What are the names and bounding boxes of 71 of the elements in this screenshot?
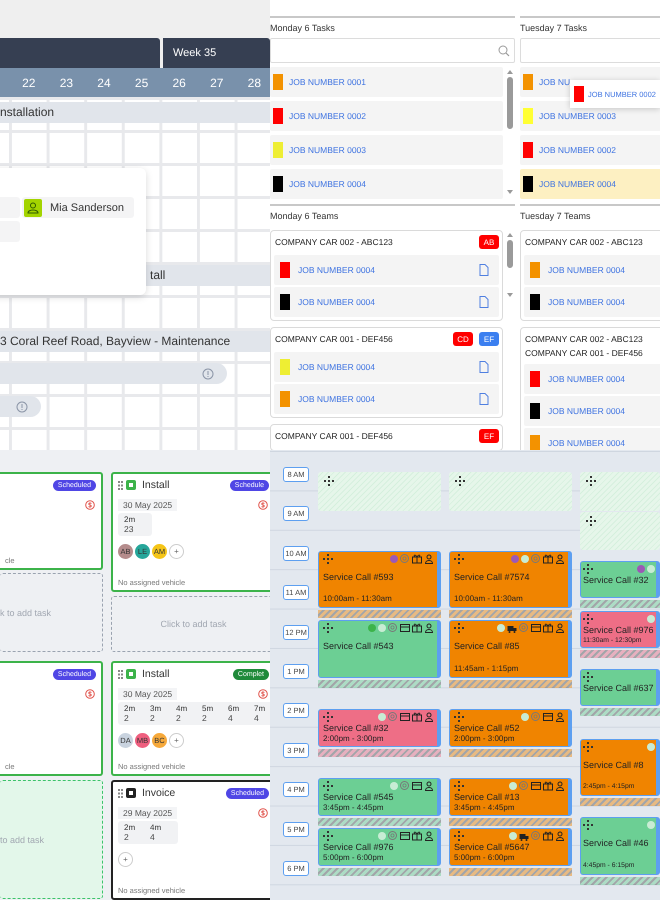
- assignee-name: Mia Sanderson: [50, 202, 124, 214]
- event-title: Service Call #976: [583, 625, 655, 636]
- team-badge: EF: [479, 429, 499, 443]
- event-title: Service Call #5647: [454, 842, 531, 853]
- event-title: Service Call #32: [323, 723, 390, 734]
- count-value: 2: [202, 713, 208, 723]
- event-title: Service Call #52: [454, 723, 521, 734]
- count-label: 6m: [228, 704, 240, 713]
- team-badge: EF: [479, 332, 499, 346]
- vehicle-name: COMPANY CAR 001 - DEF456: [524, 348, 644, 358]
- vehicle-name: COMPANY CAR 001 - DEF456: [274, 431, 394, 441]
- task-title: Install: [142, 479, 170, 491]
- column-title: Monday 6 Teams: [270, 204, 515, 226]
- count-value: 23: [124, 524, 134, 534]
- count-value: 2: [150, 713, 156, 723]
- event-time: 2:00pm - 3:00pm: [323, 734, 384, 744]
- event-time: 5:00pm - 6:00pm: [323, 853, 384, 863]
- day-label: 27: [209, 76, 224, 90]
- count-label: 7m: [254, 704, 266, 713]
- event-time: 10:00am - 11:30am: [323, 594, 393, 604]
- day-label: 25: [134, 76, 150, 90]
- event-title: Service Call #543: [323, 641, 395, 652]
- event-title: Service Call #85: [454, 641, 521, 652]
- event-title: Service Call #32: [583, 575, 650, 586]
- count-label: 2m: [124, 515, 136, 524]
- day-label: 24: [96, 76, 112, 90]
- count-value: 2: [176, 713, 182, 723]
- task-title: Install: [142, 668, 170, 680]
- week-header: Week 35: [163, 38, 270, 68]
- vehicle-name: COMPANY CAR 002 - ABC123: [274, 237, 394, 247]
- team-badge: CD: [453, 332, 473, 346]
- event-time: 10:00am - 11:30am: [454, 594, 524, 604]
- count-value: 2: [124, 832, 130, 842]
- event-title: Service Call #593: [323, 572, 395, 583]
- event-time: 2:00pm - 3:00pm: [454, 734, 516, 744]
- vehicle-name: COMPANY CAR 001 - DEF456: [274, 334, 394, 344]
- event-title: Service Call #976: [323, 842, 395, 853]
- count-value: 4: [228, 713, 234, 723]
- column-title: Tuesday 7 Teams: [520, 204, 660, 226]
- event-time: 3:45pm - 4:45pm: [323, 803, 384, 813]
- count-label: 4m: [150, 823, 162, 832]
- vehicle-name: COMPANY CAR 002 - ABC123: [524, 334, 644, 344]
- event-time: 5:00pm - 6:00pm: [454, 853, 516, 863]
- date-label: 30 May 2025: [118, 499, 178, 511]
- day-label: 22: [21, 76, 36, 90]
- day-label: 26: [171, 76, 187, 90]
- date-label: 29 May 2025: [118, 807, 178, 819]
- event-title: Service Call #8: [583, 760, 645, 771]
- count-label: 5m: [202, 704, 214, 713]
- vehicle-name: COMPANY CAR 002 - ABC123: [524, 237, 644, 247]
- event-title: Service Call #46: [583, 838, 650, 849]
- date-label: 30 May 2025: [118, 688, 178, 700]
- count-label: 2m: [124, 823, 136, 832]
- task-title: Invoice: [142, 787, 176, 799]
- count-value: 4: [150, 832, 156, 842]
- event-time: 3:45pm - 4:45pm: [454, 803, 516, 813]
- event-title: Service Call #13: [454, 792, 521, 803]
- event-title: Service Call #7574: [454, 572, 531, 583]
- event-title: Service Call #637: [583, 683, 655, 694]
- column-title: Tuesday 7 Tasks: [520, 22, 588, 35]
- count-value: 2: [124, 713, 130, 723]
- count-label: 4m: [176, 704, 188, 713]
- count-label: 3m: [150, 704, 162, 713]
- day-label: 28: [246, 76, 262, 90]
- column-title: Monday 6 Tasks: [270, 22, 336, 35]
- event-title: Service Call #545: [323, 792, 395, 803]
- team-badge: AB: [479, 235, 499, 249]
- count-value: 4: [254, 713, 260, 723]
- day-label: 23: [58, 76, 74, 90]
- event-time: 11:45am - 1:15pm: [454, 664, 520, 674]
- count-label: 2m: [124, 704, 136, 713]
